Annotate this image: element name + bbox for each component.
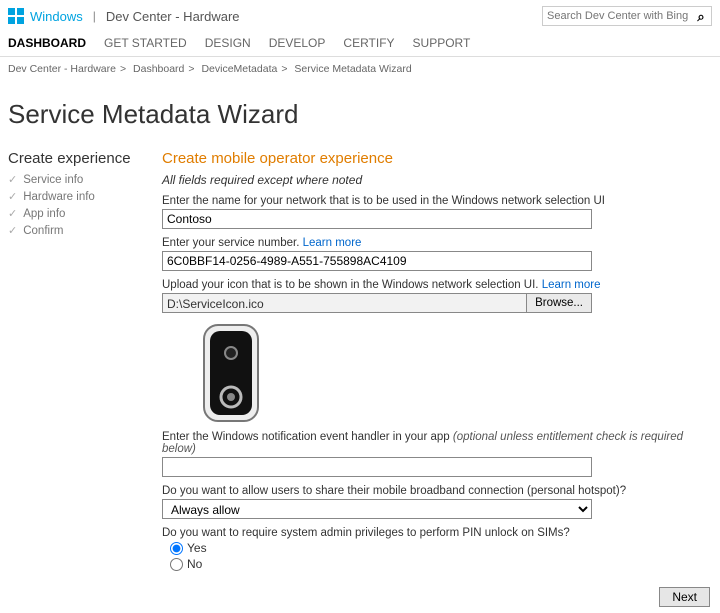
browse-button[interactable]: Browse...	[526, 293, 592, 313]
icon-preview	[202, 323, 260, 423]
network-name-input[interactable]	[162, 209, 592, 229]
step-label: Hardware info	[23, 191, 95, 203]
top-nav: DASHBOARD GET STARTED DESIGN DEVELOP CER…	[0, 30, 720, 57]
nav-support[interactable]: SUPPORT	[413, 36, 471, 50]
label-text: Enter your service number.	[162, 237, 303, 249]
brand-windows-link[interactable]: Windows	[30, 9, 83, 24]
nav-dashboard[interactable]: DASHBOARD	[8, 36, 86, 50]
pin-unlock-no-radio[interactable]	[170, 558, 183, 571]
step-label: Service info	[23, 174, 83, 186]
header-bar: Windows | Dev Center - Hardware ⌕	[0, 0, 720, 30]
step-label: Confirm	[23, 225, 63, 237]
network-name-label: Enter the name for your network that is …	[162, 195, 712, 207]
notification-handler-label: Enter the Windows notification event han…	[162, 431, 712, 455]
nav-develop[interactable]: DEVELOP	[269, 36, 326, 50]
nav-get-started[interactable]: GET STARTED	[104, 36, 187, 50]
form-main: Create mobile operator experience All fi…	[162, 150, 712, 573]
checkmark-icon: ✓	[8, 207, 17, 220]
label-text: Upload your icon that is to be shown in …	[162, 279, 542, 291]
brand-separator: |	[93, 9, 96, 23]
step-label: App info	[23, 208, 65, 220]
pin-unlock-no-row[interactable]: No	[170, 557, 712, 571]
form-title: Create mobile operator experience	[162, 150, 712, 167]
sidebar-title: Create experience	[8, 150, 138, 167]
hotspot-select[interactable]: Always allow	[162, 499, 592, 519]
radio-label: Yes	[187, 541, 207, 555]
pin-unlock-yes-row[interactable]: Yes	[170, 541, 712, 555]
required-note: All fields required except where noted	[162, 173, 712, 187]
next-button[interactable]: Next	[659, 587, 710, 607]
crumb-device-metadata[interactable]: DeviceMetadata	[201, 63, 277, 75]
search-input[interactable]	[542, 6, 712, 26]
search-box: ⌕	[542, 6, 712, 26]
step-service-info[interactable]: ✓ Service info	[8, 173, 138, 186]
step-hardware-info[interactable]: ✓ Hardware info	[8, 190, 138, 203]
step-app-info[interactable]: ✓ App info	[8, 207, 138, 220]
wizard-sidebar: Create experience ✓ Service info ✓ Hardwar…	[8, 150, 138, 573]
service-number-label: Enter your service number. Learn more	[162, 237, 712, 249]
service-number-input[interactable]	[162, 251, 592, 271]
nav-design[interactable]: DESIGN	[205, 36, 251, 50]
checkmark-icon: ✓	[8, 190, 17, 203]
brand-block: Windows | Dev Center - Hardware	[8, 8, 240, 24]
pin-unlock-label: Do you want to require system admin priv…	[162, 527, 712, 539]
hotspot-label: Do you want to allow users to share thei…	[162, 485, 712, 497]
breadcrumb: Dev Center - Hardware> Dashboard> Device…	[0, 57, 720, 81]
crumb-dashboard[interactable]: Dashboard	[133, 63, 184, 75]
icon-learn-more-link[interactable]: Learn more	[542, 279, 601, 291]
icon-upload-label: Upload your icon that is to be shown in …	[162, 279, 712, 291]
step-confirm[interactable]: ✓ Confirm	[8, 224, 138, 237]
checkmark-icon: ✓	[8, 173, 17, 186]
pin-unlock-yes-radio[interactable]	[170, 542, 183, 555]
crumb-dev-center[interactable]: Dev Center - Hardware	[8, 63, 116, 75]
icon-file-row: D:\ServiceIcon.ico Browse...	[162, 293, 592, 313]
icon-path-display: D:\ServiceIcon.ico	[162, 293, 526, 313]
notification-handler-input[interactable]	[162, 457, 592, 477]
radio-label: No	[187, 557, 202, 571]
search-icon[interactable]: ⌕	[692, 7, 710, 25]
checkmark-icon: ✓	[8, 224, 17, 237]
service-number-learn-more-link[interactable]: Learn more	[303, 237, 362, 249]
windows-logo-icon	[8, 8, 24, 24]
footer-bar: Next	[0, 581, 720, 613]
label-text: Enter the Windows notification event han…	[162, 431, 453, 443]
nav-certify[interactable]: CERTIFY	[343, 36, 394, 50]
page-title: Service Metadata Wizard	[0, 81, 720, 138]
crumb-current: Service Metadata Wizard	[294, 63, 411, 75]
brand-section-label: Dev Center - Hardware	[106, 9, 240, 24]
